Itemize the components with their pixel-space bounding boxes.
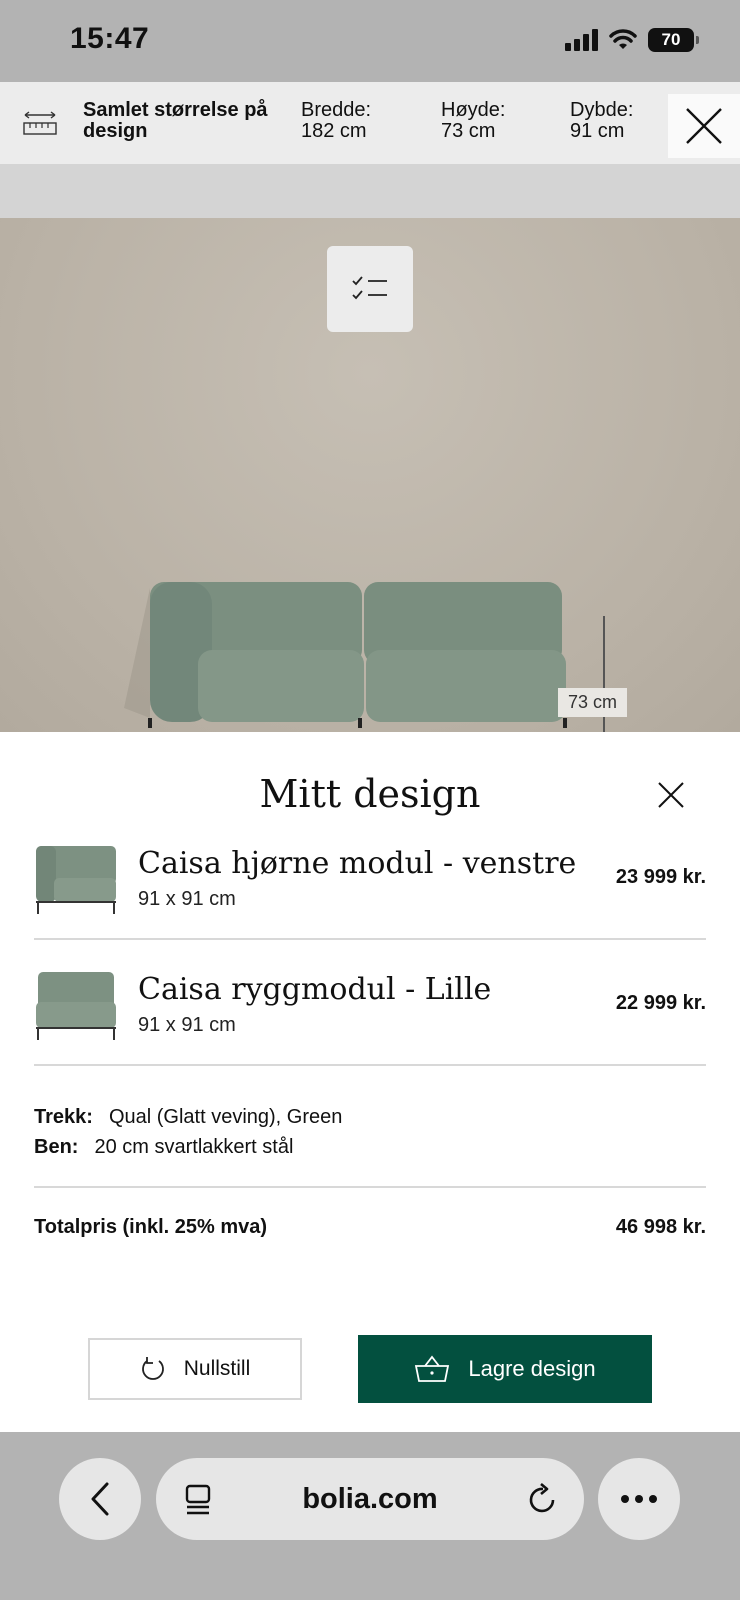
browser-toolbar: bolia.com [0, 1432, 740, 1600]
checklist-button[interactable] [327, 246, 413, 332]
reset-label: Nullstill [183, 1357, 251, 1380]
close-dimensions-button[interactable] [668, 94, 740, 158]
height-measurement-label: 73 cm [558, 688, 628, 717]
reset-button[interactable]: Nullstill [88, 1338, 302, 1400]
depth-label: Dybde: [570, 99, 634, 121]
ellipsis-icon [621, 1495, 657, 1503]
divider [34, 1186, 706, 1188]
wifi-icon [609, 29, 637, 49]
status-time: 15:47 [70, 22, 150, 55]
fabric-label: Trekk: [34, 1106, 93, 1128]
reset-icon [141, 1357, 164, 1380]
back-button[interactable] [59, 1458, 141, 1540]
list-item[interactable]: Caisa hjørne modul - venstre 91 x 91 cm … [34, 832, 706, 940]
corner-module-thumbnail [36, 846, 116, 914]
height-info: Høyde: 73 cm [441, 100, 505, 142]
status-icons: 70 [565, 28, 699, 52]
toolbar-strip [0, 164, 740, 218]
total-price-value: 46 998 kr. [615, 1216, 706, 1238]
close-panel-icon[interactable] [656, 780, 686, 810]
save-label: Lagre design [468, 1356, 596, 1381]
panel-title: Mitt design [259, 772, 481, 816]
signal-icon [565, 29, 598, 51]
total-price-label: Totalpris (inkl. 25% mva) [34, 1216, 268, 1238]
product-scene[interactable]: 73 cm [0, 218, 740, 732]
more-options-button[interactable] [598, 1458, 680, 1540]
dimension-title: Samlet størrelse på design [83, 99, 268, 142]
depth-info: Dybde: 91 cm [570, 100, 633, 142]
close-icon [686, 108, 722, 144]
design-summary-panel: Mitt design Caisa hjørne modul - venstre… [0, 732, 740, 1432]
legs-spec: Ben: 20 cm svartlakkert stål [34, 1136, 293, 1159]
back-module-thumbnail [36, 972, 116, 1040]
item-size: 91 x 91 cm [138, 1014, 236, 1036]
item-name: Caisa ryggmodul - Lille [138, 972, 492, 1007]
battery-icon: 70 [648, 28, 699, 52]
dimension-bar: Samlet størrelse på design Bredde: 182 c… [0, 82, 740, 164]
chevron-left-icon [91, 1482, 109, 1516]
basket-icon [415, 1355, 450, 1382]
item-size: 91 x 91 cm [138, 888, 236, 910]
item-price: 22 999 kr. [615, 992, 706, 1014]
checklist-icon [352, 276, 387, 300]
width-info: Bredde: 182 cm [301, 100, 371, 142]
status-bar: 15:47 70 [0, 0, 740, 82]
height-label: Høyde: [441, 99, 506, 121]
reload-icon[interactable] [528, 1482, 558, 1516]
fabric-spec: Trekk: Qual (Glatt veving), Green [34, 1106, 342, 1129]
ruler-icon [23, 111, 57, 135]
item-price: 23 999 kr. [615, 866, 706, 888]
fabric-value: Qual (Glatt veving), Green [108, 1106, 343, 1128]
depth-value: 91 cm [570, 120, 625, 142]
url-text: bolia.com [302, 1483, 438, 1515]
legs-label: Ben: [34, 1136, 79, 1158]
legs-value: 20 cm svartlakkert stål [94, 1136, 294, 1158]
sofa-image [124, 582, 567, 728]
item-name: Caisa hjørne modul - venstre [138, 846, 577, 881]
address-bar[interactable]: bolia.com [156, 1458, 584, 1540]
save-design-button[interactable]: Lagre design [358, 1335, 652, 1403]
list-item[interactable]: Caisa ryggmodul - Lille 91 x 91 cm 22 99… [34, 958, 706, 1066]
height-value: 73 cm [441, 120, 496, 142]
width-value: 182 cm [301, 120, 367, 142]
width-label: Bredde: [301, 99, 372, 121]
